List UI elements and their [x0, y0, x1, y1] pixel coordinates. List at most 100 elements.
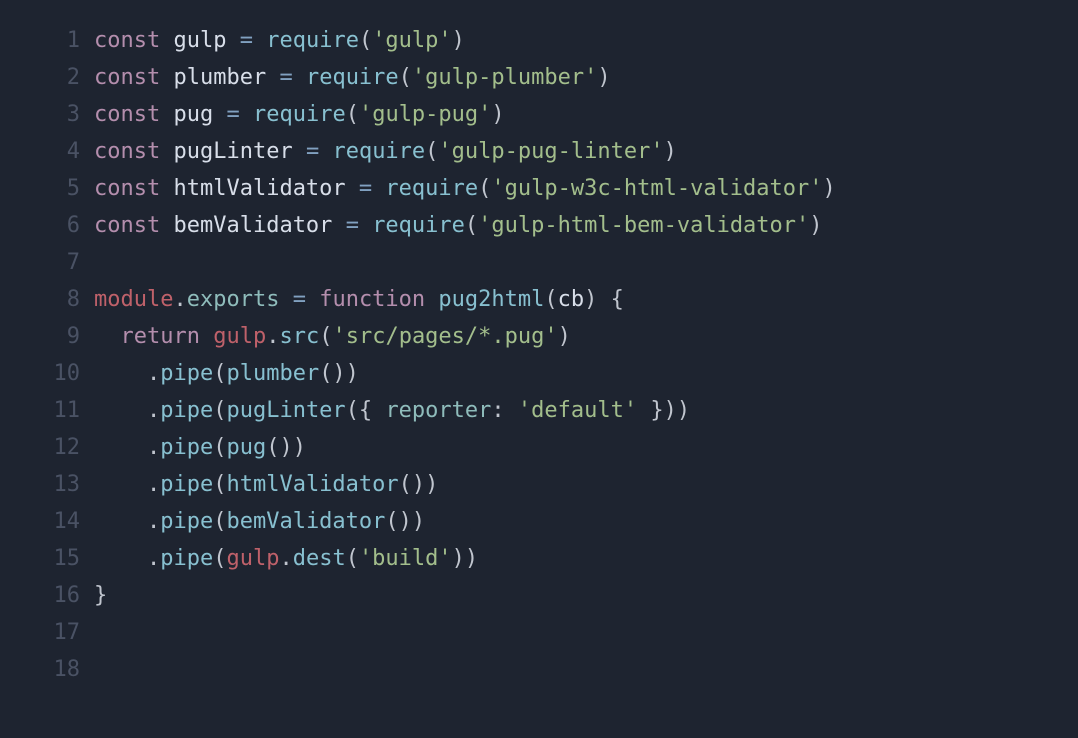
token-pun	[213, 102, 226, 127]
token-obj: gulp	[226, 546, 279, 571]
code-content[interactable]: .pipe(htmlValidator())	[94, 466, 1078, 503]
token-pun: (	[478, 176, 491, 201]
line-number: 5	[0, 170, 94, 207]
token-pun: (	[213, 398, 226, 423]
token-pun	[319, 139, 332, 164]
token-pun	[200, 324, 213, 349]
code-content[interactable]: .pipe(plumber())	[94, 355, 1078, 392]
line-number: 6	[0, 207, 94, 244]
code-content[interactable]	[94, 244, 1078, 281]
token-fn: require	[332, 139, 425, 164]
token-pun: (	[213, 509, 226, 534]
token-pun: .	[173, 287, 186, 312]
token-kw: const	[94, 176, 160, 201]
line-number: 13	[0, 466, 94, 503]
code-line[interactable]: 9 return gulp.src('src/pages/*.pug')	[0, 318, 1078, 355]
code-content[interactable]: const gulp = require('gulp')	[94, 22, 1078, 59]
token-kw: function	[319, 287, 425, 312]
token-pun: )	[491, 102, 504, 127]
line-number: 8	[0, 281, 94, 318]
token-str: 'gulp-pug'	[359, 102, 491, 127]
code-line[interactable]: 7	[0, 244, 1078, 281]
code-content[interactable]: .pipe(pugLinter({ reporter: 'default' })…	[94, 392, 1078, 429]
code-line[interactable]: 13 .pipe(htmlValidator())	[0, 466, 1078, 503]
token-pun: ({	[346, 398, 386, 423]
token-str: 'gulp'	[372, 28, 451, 53]
code-content[interactable]: .pipe(bemValidator())	[94, 503, 1078, 540]
token-op: =	[346, 213, 359, 238]
code-editor[interactable]: 1const gulp = require('gulp')2const plum…	[0, 0, 1078, 688]
token-str: 'default'	[518, 398, 637, 423]
token-var: htmlValidator	[173, 176, 345, 201]
token-pun	[160, 139, 173, 164]
line-number: 12	[0, 429, 94, 466]
code-line[interactable]: 11 .pipe(pugLinter({ reporter: 'default'…	[0, 392, 1078, 429]
code-line[interactable]: 16}	[0, 577, 1078, 614]
token-fn: pipe	[160, 361, 213, 386]
token-pun	[160, 176, 173, 201]
code-line[interactable]: 2const plumber = require('gulp-plumber')	[0, 59, 1078, 96]
code-line[interactable]: 3const pug = require('gulp-pug')	[0, 96, 1078, 133]
token-pun	[160, 102, 173, 127]
line-number: 18	[0, 651, 94, 688]
token-fn: pipe	[160, 546, 213, 571]
token-pun	[293, 139, 306, 164]
line-number: 10	[0, 355, 94, 392]
token-pun	[226, 28, 239, 53]
token-pun: ())	[319, 361, 359, 386]
token-op: =	[293, 287, 306, 312]
code-content[interactable]: const htmlValidator = require('gulp-w3c-…	[94, 170, 1078, 207]
code-line[interactable]: 10 .pipe(plumber())	[0, 355, 1078, 392]
code-content[interactable]: return gulp.src('src/pages/*.pug')	[94, 318, 1078, 355]
token-fn: require	[253, 102, 346, 127]
token-pun: }))	[637, 398, 690, 423]
code-content[interactable]	[94, 614, 1078, 651]
token-pun: (	[319, 324, 332, 349]
token-pun	[293, 65, 306, 90]
code-line[interactable]: 5const htmlValidator = require('gulp-w3c…	[0, 170, 1078, 207]
token-kw: const	[94, 28, 160, 53]
token-pun	[359, 213, 372, 238]
token-pun	[372, 176, 385, 201]
code-line[interactable]: 6const bemValidator = require('gulp-html…	[0, 207, 1078, 244]
token-pun	[160, 28, 173, 53]
code-line[interactable]: 4const pugLinter = require('gulp-pug-lin…	[0, 133, 1078, 170]
token-fn: pug	[226, 435, 266, 460]
token-op: =	[359, 176, 372, 201]
token-pun: ())	[266, 435, 306, 460]
code-line[interactable]: 17	[0, 614, 1078, 651]
code-line[interactable]: 15 .pipe(gulp.dest('build'))	[0, 540, 1078, 577]
code-content[interactable]: const bemValidator = require('gulp-html-…	[94, 207, 1078, 244]
token-kw: const	[94, 139, 160, 164]
token-pun: .	[94, 398, 160, 423]
code-content[interactable]: module.exports = function pug2html(cb) {	[94, 281, 1078, 318]
code-line[interactable]: 8module.exports = function pug2html(cb) …	[0, 281, 1078, 318]
token-str: 'gulp-plumber'	[412, 65, 597, 90]
code-content[interactable]	[94, 651, 1078, 688]
token-pun: (	[213, 361, 226, 386]
code-content[interactable]: const pugLinter = require('gulp-pug-lint…	[94, 133, 1078, 170]
line-number: 7	[0, 244, 94, 281]
token-pun: (	[465, 213, 478, 238]
token-pun: )	[809, 213, 822, 238]
token-pun	[240, 102, 253, 127]
token-pun: .	[94, 361, 160, 386]
code-content[interactable]: .pipe(gulp.dest('build'))	[94, 540, 1078, 577]
code-content[interactable]: }	[94, 577, 1078, 614]
token-pun: (	[544, 287, 557, 312]
code-content[interactable]: .pipe(pug())	[94, 429, 1078, 466]
code-line[interactable]: 18	[0, 651, 1078, 688]
code-line[interactable]: 1const gulp = require('gulp')	[0, 22, 1078, 59]
token-pun: (	[346, 102, 359, 127]
code-line[interactable]: 14 .pipe(bemValidator())	[0, 503, 1078, 540]
token-str: 'gulp-html-bem-validator'	[478, 213, 809, 238]
code-line[interactable]: 12 .pipe(pug())	[0, 429, 1078, 466]
token-pun: (	[399, 65, 412, 90]
code-content[interactable]: const pug = require('gulp-pug')	[94, 96, 1078, 133]
code-content[interactable]: const plumber = require('gulp-plumber')	[94, 59, 1078, 96]
token-pun: ))	[452, 546, 479, 571]
token-str: 'gulp-pug-linter'	[438, 139, 663, 164]
token-var: bemValidator	[173, 213, 332, 238]
token-fn: plumber	[226, 361, 319, 386]
token-pun	[266, 65, 279, 90]
